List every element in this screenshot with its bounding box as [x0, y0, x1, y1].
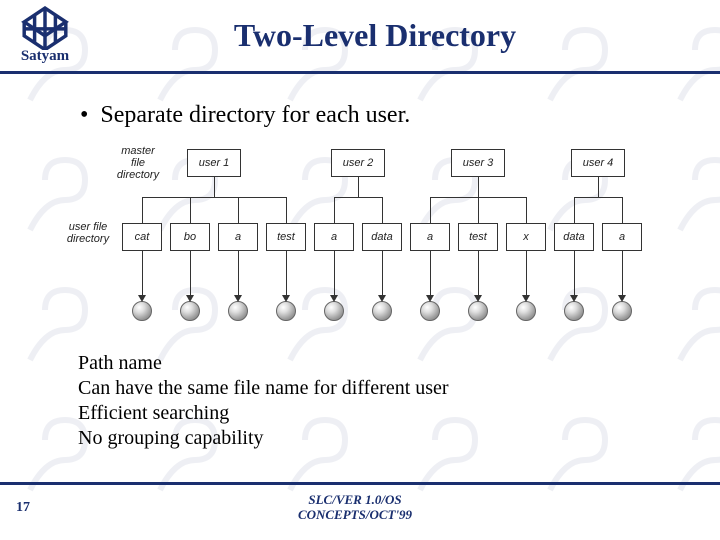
file-box: bo: [170, 223, 210, 251]
directory-diagram: masterfiledirectory user filedirectorycat…: [60, 143, 660, 333]
file-box: test: [458, 223, 498, 251]
connector: [526, 197, 527, 223]
note-line: Path name: [78, 351, 680, 376]
file-box: a: [410, 223, 450, 251]
file-node-icon: [228, 301, 248, 321]
connector: [478, 197, 479, 223]
label-user-file-directory: user filedirectory: [58, 221, 118, 245]
arrow-line: [526, 251, 527, 297]
footer-text: SLC/VER 1.0/OS CONCEPTS/OCT'99: [30, 493, 680, 523]
file-box: data: [554, 223, 594, 251]
arrow-head-icon: [234, 295, 242, 302]
logo-text: Satyam: [21, 48, 69, 65]
file-node-icon: [276, 301, 296, 321]
arrow-head-icon: [522, 295, 530, 302]
arrow-head-icon: [378, 295, 386, 302]
page-number: 17: [16, 500, 30, 516]
file-box: a: [218, 223, 258, 251]
file-box: a: [314, 223, 354, 251]
arrow-head-icon: [330, 295, 338, 302]
connector: [598, 197, 622, 198]
file-node-icon: [372, 301, 392, 321]
file-node-icon: [180, 301, 200, 321]
arrow-head-icon: [426, 295, 434, 302]
arrow-line: [622, 251, 623, 297]
connector: [478, 177, 479, 197]
connector: [478, 197, 526, 198]
label-master-file-directory: masterfiledirectory: [108, 145, 168, 181]
arrow-line: [430, 251, 431, 297]
user-box: user 1: [187, 149, 241, 177]
arrow-line: [382, 251, 383, 297]
file-box: test: [266, 223, 306, 251]
connector: [358, 197, 382, 198]
user-box: user 2: [331, 149, 385, 177]
file-node-icon: [132, 301, 152, 321]
arrow-line: [574, 251, 575, 297]
logo: Satyam: [0, 0, 90, 73]
user-box: user 4: [571, 149, 625, 177]
arrow-line: [142, 251, 143, 297]
connector: [358, 177, 359, 197]
connector: [334, 197, 335, 223]
connector: [142, 197, 143, 223]
arrow-line: [286, 251, 287, 297]
connector: [238, 197, 239, 223]
note-line: No grouping capability: [78, 426, 680, 451]
arrow-head-icon: [474, 295, 482, 302]
connector: [574, 197, 598, 198]
connector: [430, 197, 431, 223]
file-node-icon: [468, 301, 488, 321]
connector: [286, 197, 287, 223]
footer: 17 SLC/VER 1.0/OS CONCEPTS/OCT'99: [0, 482, 720, 530]
note-line: Efficient searching: [78, 401, 680, 426]
arrow-line: [238, 251, 239, 297]
arrow-head-icon: [282, 295, 290, 302]
file-node-icon: [612, 301, 632, 321]
arrow-line: [334, 251, 335, 297]
connector: [190, 197, 214, 198]
connector: [382, 197, 383, 223]
connector: [574, 197, 575, 223]
arrow-head-icon: [186, 295, 194, 302]
file-node-icon: [564, 301, 584, 321]
file-node-icon: [516, 301, 536, 321]
connector: [214, 197, 286, 198]
arrow-head-icon: [618, 295, 626, 302]
file-node-icon: [324, 301, 344, 321]
arrow-line: [478, 251, 479, 297]
file-box: a: [602, 223, 642, 251]
user-box: user 3: [451, 149, 505, 177]
file-box: cat: [122, 223, 162, 251]
file-box: x: [506, 223, 546, 251]
content: Separate directory for each user. master…: [0, 74, 720, 451]
arrow-head-icon: [138, 295, 146, 302]
connector: [190, 197, 191, 223]
connector: [430, 197, 478, 198]
page-title: Two-Level Directory: [90, 17, 720, 54]
arrow-line: [190, 251, 191, 297]
satyam-logo-icon: [19, 6, 71, 50]
connector: [334, 197, 358, 198]
file-node-icon: [420, 301, 440, 321]
notes-block: Path name Can have the same file name fo…: [78, 351, 680, 451]
header: Satyam Two-Level Directory: [0, 0, 720, 74]
connector: [214, 177, 215, 197]
arrow-head-icon: [570, 295, 578, 302]
connector: [598, 177, 599, 197]
connector: [622, 197, 623, 223]
bullet-main: Separate directory for each user.: [80, 102, 680, 129]
note-line: Can have the same file name for differen…: [78, 376, 680, 401]
file-box: data: [362, 223, 402, 251]
